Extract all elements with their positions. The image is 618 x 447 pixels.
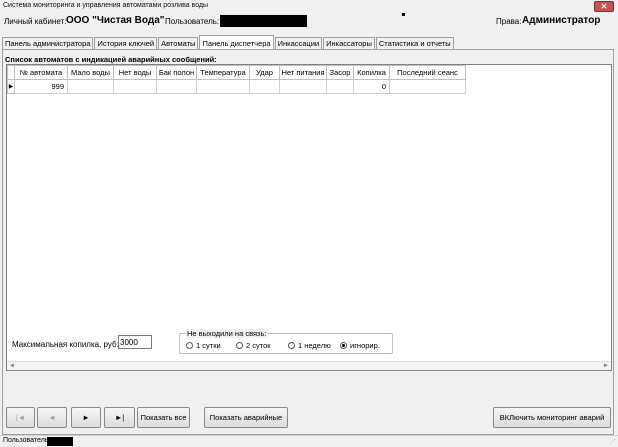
table-cell[interactable]: 999 (14, 79, 68, 94)
radio-ignore[interactable]: игнорир. (340, 341, 380, 350)
radio-circle-selected (340, 342, 347, 349)
rights-value: Администратор (522, 15, 601, 26)
marker-dot (402, 13, 405, 16)
column-header[interactable]: Копилка (353, 65, 390, 80)
first-record-icon[interactable]: |◄ (6, 407, 35, 428)
column-header[interactable]: Температура (196, 65, 250, 80)
table-cell[interactable] (279, 79, 327, 94)
dispatcher-panel: Список автоматов с индикацией аварийных … (2, 49, 614, 435)
user-name-redacted (220, 15, 307, 27)
radio-label: 2 суток (246, 341, 271, 350)
scroll-left-icon[interactable]: ◄ (9, 363, 15, 369)
user-label: Пользователь: (165, 17, 220, 26)
table-cell[interactable] (249, 79, 280, 94)
column-header[interactable]: Мало воды (67, 65, 114, 80)
next-record-icon[interactable]: ► (71, 407, 101, 428)
radio-circle (236, 342, 243, 349)
machines-grid[interactable]: № автомата Мало воды Нет воды Бак полон … (6, 64, 612, 371)
close-icon[interactable]: ✕ (594, 1, 614, 12)
no-contact-group: Не выходили на связь: 1 сутки 2 суток 1 … (179, 329, 393, 354)
no-contact-legend: Не выходили на связь: (186, 329, 268, 338)
show-all-button[interactable]: Показать все (137, 407, 190, 428)
tab-dispatcher-panel[interactable]: Панель диспетчера (199, 35, 274, 50)
max-coin-label: Максимальная копилка, руб: (12, 340, 119, 349)
table-header-row: № автомата Мало воды Нет воды Бак полон … (7, 65, 466, 80)
radio-1-day[interactable]: 1 сутки (186, 341, 221, 350)
header: Личный кабинет: ООО "Чистая Вода" Пользо… (0, 12, 618, 34)
horizontal-scrollbar[interactable]: ◄ ► (7, 361, 611, 370)
table-cell[interactable] (67, 79, 114, 94)
cabinet-label: Личный кабинет: (4, 17, 67, 26)
table-cell[interactable] (156, 79, 197, 94)
show-alarms-button[interactable]: Показать аварийные (204, 407, 288, 428)
max-coin-input[interactable] (118, 335, 152, 349)
column-header[interactable]: № автомата (14, 65, 68, 80)
column-header[interactable]: Удар (249, 65, 280, 80)
column-header[interactable]: Бак полон (156, 65, 197, 80)
table-cell[interactable] (196, 79, 250, 94)
scroll-right-icon[interactable]: ► (603, 363, 609, 369)
row-header-corner (7, 65, 15, 80)
monitoring-toggle-button[interactable]: ВКЛючить мониторинг аварий (493, 407, 611, 428)
resize-grip-icon[interactable]: ⋰ (609, 438, 616, 446)
radio-circle (288, 342, 295, 349)
window-title: Система мониторинга и управления автомат… (3, 2, 209, 9)
status-user-label: Пользователь (3, 437, 49, 444)
column-header[interactable]: Нет питания (279, 65, 327, 80)
column-header[interactable]: Нет воды (113, 65, 157, 80)
prev-record-icon[interactable]: ◄ (37, 407, 67, 428)
column-header[interactable]: Засор (326, 65, 354, 80)
table-cell[interactable]: 0 (353, 79, 390, 94)
tab-strip: Панель администратора История ключей Авт… (2, 35, 455, 50)
title-bar: Система мониторинга и управления автомат… (0, 0, 618, 12)
table-cell[interactable] (113, 79, 157, 94)
column-header[interactable]: Последний сеанс (389, 65, 466, 80)
radio-1-week[interactable]: 1 неделю (288, 341, 331, 350)
last-record-icon[interactable]: ►| (104, 407, 135, 428)
radio-label: 1 сутки (196, 341, 221, 350)
rights-label: Права: (496, 17, 522, 26)
radio-label: 1 неделю (298, 341, 331, 350)
section-title: Список автоматов с индикацией аварийных … (5, 55, 217, 64)
radio-circle (186, 342, 193, 349)
radio-2-days[interactable]: 2 суток (236, 341, 271, 350)
status-bar: Пользователь ⋰ (0, 435, 618, 447)
table-row[interactable]: ▶ 999 0 (7, 79, 466, 94)
machines-table: № автомата Мало воды Нет воды Бак полон … (7, 65, 466, 94)
org-name: ООО "Чистая Вода" (66, 15, 165, 26)
table-cell[interactable] (326, 79, 354, 94)
status-user-redacted (47, 437, 73, 446)
radio-label: игнорир. (350, 341, 380, 350)
row-pointer-icon: ▶ (7, 79, 15, 94)
table-cell[interactable] (389, 79, 466, 94)
